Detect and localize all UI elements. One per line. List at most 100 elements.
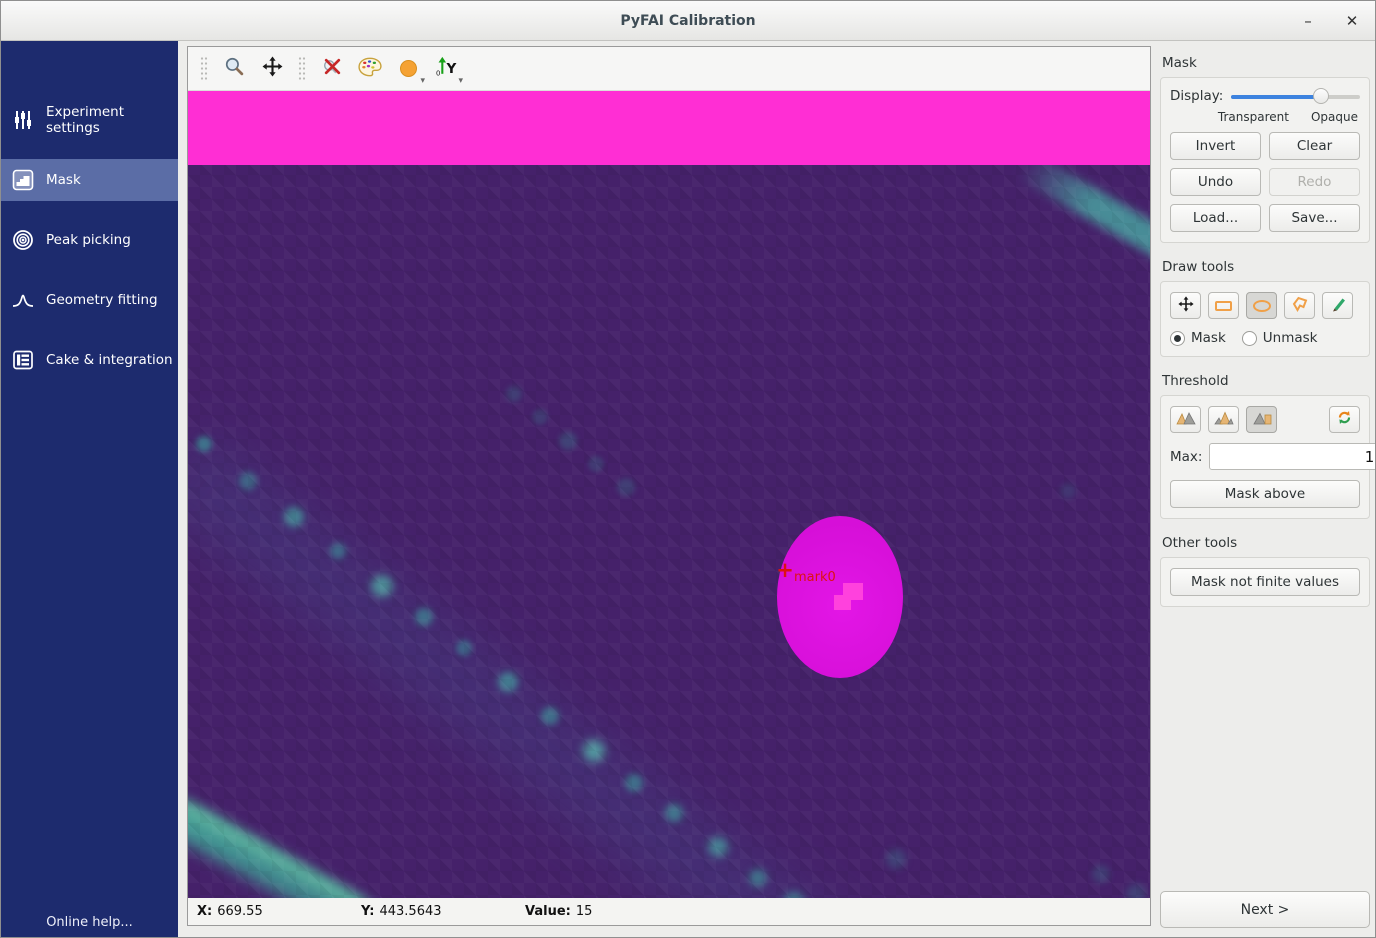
clear-button[interactable]: Clear — [1269, 132, 1360, 160]
colormap-palette-icon — [358, 57, 382, 81]
cake-integration-icon — [11, 348, 35, 372]
refresh-histogram-button[interactable] — [1329, 406, 1360, 433]
threshold-section-title: Threshold — [1162, 373, 1370, 389]
mark0-cross-icon: + — [774, 559, 796, 581]
sidebar-item-experiment-settings[interactable]: Experiment settings — [1, 99, 178, 141]
radio-circle — [1170, 331, 1185, 346]
sidebar-item-geometry-fitting[interactable]: Geometry fitting — [1, 279, 178, 321]
max-label: Max: — [1170, 449, 1202, 465]
threshold-max-input[interactable] — [1209, 443, 1376, 470]
polygon-tool-button[interactable] — [1284, 292, 1315, 319]
slider-fill — [1231, 95, 1321, 99]
sidebar-item-mask[interactable]: Mask — [1, 159, 178, 201]
toolbar-grip — [298, 56, 306, 82]
sidebar-item-label: Peak picking — [46, 232, 131, 248]
zoom-reset-icon — [322, 56, 343, 81]
mask-not-finite-button[interactable]: Mask not finite values — [1170, 568, 1360, 596]
mask-below-histogram-icon — [1176, 410, 1196, 429]
opaque-label: Opaque — [1311, 110, 1358, 124]
rectangle-icon — [1215, 301, 1232, 311]
mask-above-button[interactable]: Mask above — [1170, 480, 1360, 508]
pencil-tool-button[interactable] — [1322, 292, 1353, 319]
y-axis-orientation-button[interactable]: Y0 ▾ — [430, 54, 462, 84]
threshold-groupbox: Max: Mask above — [1160, 395, 1370, 519]
save-button[interactable]: Save... — [1269, 204, 1360, 232]
mask-between-threshold-button[interactable] — [1208, 406, 1239, 433]
window-title: PyFAI Calibration — [620, 13, 755, 29]
online-help-link[interactable]: Online help... — [1, 915, 178, 938]
display-label: Display: — [1170, 88, 1223, 104]
concentric-rings-icon — [11, 228, 35, 252]
sidebar-item-label: Mask — [46, 172, 81, 188]
cursor-x-readout: X:669.55 — [197, 904, 361, 919]
mark0-label: mark0 — [794, 570, 836, 585]
mask-above-histogram-icon — [1252, 410, 1272, 429]
app-window: PyFAI Calibration – ✕ Experiment setting… — [0, 0, 1376, 938]
mask-opacity-slider[interactable] — [1231, 88, 1360, 104]
plot-toolbar: ▾ Y0 ▾ — [188, 47, 1150, 91]
mask-histogram-icon — [11, 168, 35, 192]
undo-button[interactable]: Undo — [1170, 168, 1261, 196]
plot-statusbar: X:669.55 Y:443.5643 Value:15 — [188, 898, 1150, 925]
pan-draw-tool-button[interactable] — [1170, 292, 1201, 319]
load-button[interactable]: Load... — [1170, 204, 1261, 232]
minimize-button[interactable]: – — [1297, 10, 1319, 32]
sidebar-item-peak-picking[interactable]: Peak picking — [1, 219, 178, 261]
title-bar: PyFAI Calibration – ✕ — [1, 1, 1375, 41]
detector-image-canvas[interactable]: + mark0 — [188, 91, 1150, 898]
polygon-icon — [1291, 296, 1309, 316]
hot-pixel-spot — [834, 595, 851, 610]
mask-radio[interactable]: Mask — [1170, 330, 1226, 346]
sidebar: Experiment settings Mask Peak picking Ge… — [1, 41, 178, 938]
cursor-value-readout: Value:15 — [525, 904, 592, 919]
unmask-radio-label: Unmask — [1263, 330, 1318, 346]
pan-icon — [262, 56, 283, 81]
slider-handle[interactable] — [1313, 88, 1329, 104]
zoom-reset-button[interactable] — [316, 54, 348, 84]
refresh-icon — [1336, 409, 1353, 430]
sidebar-item-label: Cake & integration — [46, 352, 173, 368]
sidebar-items: Experiment settings Mask Peak picking Ge… — [1, 99, 178, 399]
mask-color-circle-icon — [400, 60, 417, 77]
zoom-icon — [224, 56, 245, 81]
mask-above-threshold-button[interactable] — [1246, 406, 1277, 433]
sidebar-item-label: Experiment settings — [46, 104, 178, 136]
other-tools-section-title: Other tools — [1162, 535, 1370, 551]
rectangle-tool-button[interactable] — [1208, 292, 1239, 319]
transparent-label: Transparent — [1218, 110, 1289, 124]
mask-groupbox: Display: Transparent Opaque Invert Clear… — [1160, 77, 1370, 243]
zoom-tool-button[interactable] — [218, 54, 250, 84]
pan-tool-button[interactable] — [256, 54, 288, 84]
chevron-down-icon: ▾ — [458, 76, 463, 86]
mask-between-histogram-icon — [1214, 410, 1234, 429]
invert-button[interactable]: Invert — [1170, 132, 1261, 160]
unmask-radio[interactable]: Unmask — [1242, 330, 1318, 346]
pencil-icon — [1329, 295, 1346, 316]
colormap-button[interactable] — [354, 54, 386, 84]
draw-tools-section-title: Draw tools — [1162, 259, 1370, 275]
mask-radio-label: Mask — [1191, 330, 1226, 346]
sliders-icon — [11, 108, 35, 132]
pan-icon — [1178, 296, 1194, 316]
mask-below-threshold-button[interactable] — [1170, 406, 1201, 433]
svg-text:0: 0 — [436, 69, 440, 77]
y-axis-orientation-icon: Y0 — [435, 56, 458, 81]
sidebar-item-label: Geometry fitting — [46, 292, 158, 308]
radio-circle — [1242, 331, 1257, 346]
masked-top-band — [188, 91, 1150, 165]
sidebar-item-cake-integration[interactable]: Cake & integration — [1, 339, 178, 381]
mask-tools-panel: Mask Display: Transparent Opaque Invert … — [1160, 41, 1370, 938]
other-tools-groupbox: Mask not finite values — [1160, 557, 1370, 607]
ellipse-tool-button[interactable] — [1246, 292, 1277, 319]
plot-panel: ▾ Y0 ▾ + mark0 X:669.55 — [187, 46, 1151, 926]
toolbar-grip — [200, 56, 208, 82]
next-button[interactable]: Next > — [1160, 891, 1370, 928]
mask-color-button[interactable]: ▾ — [392, 54, 424, 84]
ellipse-icon — [1253, 300, 1271, 312]
pixel-grid-overlay — [188, 91, 1150, 898]
window-controls: – ✕ — [1297, 1, 1363, 40]
draw-tools-groupbox: Mask Unmask — [1160, 281, 1370, 357]
cursor-y-readout: Y:443.5643 — [361, 904, 525, 919]
close-button[interactable]: ✕ — [1341, 10, 1363, 32]
chevron-down-icon: ▾ — [420, 76, 425, 86]
